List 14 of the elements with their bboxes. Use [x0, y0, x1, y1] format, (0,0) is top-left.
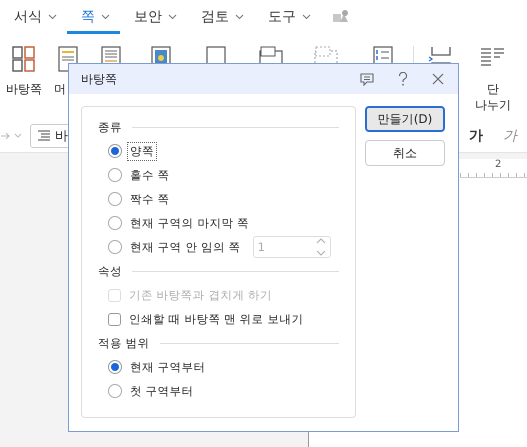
option-label: 현재 구역의 마지막 쪽 [129, 214, 250, 232]
option-label: 현재 구역부터 [129, 358, 207, 376]
option-label: 현재 구역 안 임의 쪽 [129, 238, 242, 256]
option-label: 첫 구역부터 [129, 382, 195, 400]
section-heading: 속성 [98, 264, 122, 278]
option-label: 홀수 쪽 [129, 166, 171, 184]
option-label: 양쪽 [127, 142, 157, 160]
option-label: 기존 바탕쪽과 겹치게 하기 [128, 286, 273, 304]
option-label: 짝수 쪽 [129, 190, 171, 208]
dialog-title: 바탕쪽 [81, 70, 118, 88]
section-heading: 적용 범위 [98, 336, 150, 350]
section-heading: 종류 [98, 120, 122, 134]
ruler: 2 [460, 159, 527, 178]
option-label: 인쇄할 때 바탕쪽 맨 위로 보내기 [128, 310, 304, 328]
